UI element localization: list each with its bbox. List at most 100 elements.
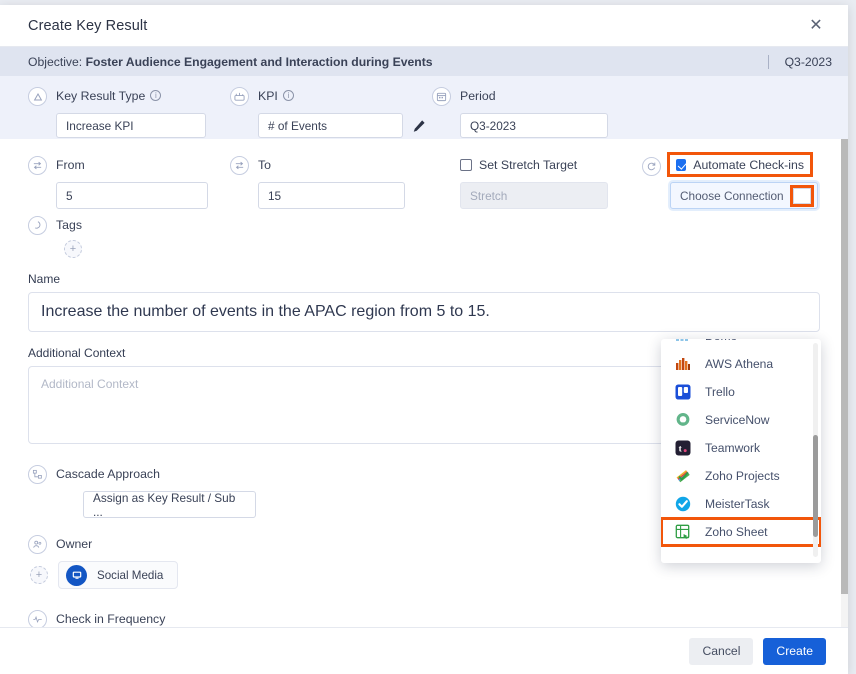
connection-dropdown-toggle[interactable] <box>790 184 814 207</box>
connection-value: Choose Connection <box>680 188 784 203</box>
avatar <box>66 564 87 586</box>
connection-option-label: AWS Athena <box>705 357 774 371</box>
plus-icon: + <box>69 243 77 255</box>
connection-option-meistertask[interactable]: MeisterTask <box>661 490 821 518</box>
to-label: To <box>258 155 430 174</box>
info-icon[interactable]: i <box>150 90 162 101</box>
owner-list: + Social Media <box>30 561 848 589</box>
field-to: To 15 <box>228 155 430 209</box>
add-tag-button[interactable]: + <box>64 240 82 258</box>
field-automate-checkins: Automate Check-ins Choose Connection <box>640 152 840 209</box>
servicenow-icon <box>673 410 693 430</box>
calendar-icon <box>432 87 451 106</box>
refresh-icon <box>642 157 661 176</box>
stretch-target-checkbox-row[interactable]: Set Stretch Target <box>460 155 640 174</box>
label-text: To <box>258 157 271 172</box>
connection-dropdown-list: Domo AWS Athena Trello ServiceNow t Teamwork Z… <box>661 339 821 547</box>
create-key-result-dialog: Create Key Result ✕ Objective: Foster Au… <box>0 5 848 674</box>
select-value: Increase KPI <box>66 118 134 133</box>
select-value: # of Events <box>268 118 328 133</box>
connection-option-aws-athena[interactable]: AWS Athena <box>661 350 821 378</box>
connection-option-zoho-sheet[interactable]: Zoho Sheet <box>661 517 821 547</box>
label-text: Cascade Approach <box>56 466 160 481</box>
stretch-placeholder: Stretch <box>470 188 508 203</box>
objective-text: Objective: Foster Audience Engagement an… <box>28 55 433 69</box>
connection-option-label: ServiceNow <box>705 413 770 427</box>
automate-checkins-label: Automate Check-ins <box>693 157 804 172</box>
domo-icon <box>673 339 693 346</box>
key-result-type-select[interactable]: Increase KPI <box>56 113 206 138</box>
kpi-icon <box>230 87 249 106</box>
zoho-sheet-icon <box>673 522 693 542</box>
dialog-footer: Cancel Create <box>0 627 848 674</box>
tags-label: Tags <box>56 215 848 234</box>
owner-chip[interactable]: Social Media <box>58 561 179 589</box>
label-text: Period <box>460 88 496 103</box>
info-icon[interactable]: i <box>282 90 294 101</box>
close-icon[interactable]: ✕ <box>806 16 826 36</box>
dropdown-scrollbar-thumb[interactable] <box>813 435 818 537</box>
select-value: Q3-2023 <box>470 118 516 133</box>
connection-option-zoho-projects[interactable]: Zoho Projects <box>661 462 821 490</box>
field-name: Name Increase the number of events in th… <box>0 272 848 332</box>
objective-name: Foster Audience Engagement and Interacti… <box>85 54 433 69</box>
stretch-target-checkbox[interactable] <box>460 158 472 171</box>
from-input[interactable]: 5 <box>56 182 208 209</box>
automate-checkins-checkbox[interactable] <box>676 158 687 171</box>
zoho-projects-icon <box>673 466 693 486</box>
stretch-input: Stretch <box>460 182 608 209</box>
connection-option-servicenow[interactable]: ServiceNow <box>661 406 821 434</box>
triangle-icon <box>28 87 47 106</box>
cancel-button[interactable]: Cancel <box>689 637 754 665</box>
plus-icon: + <box>35 569 43 581</box>
name-value: Increase the number of events in the APA… <box>41 303 490 320</box>
to-value: 15 <box>268 188 282 203</box>
name-label: Name <box>28 272 61 286</box>
connection-option-trello[interactable]: Trello <box>661 378 821 406</box>
objective-bar: Objective: Foster Audience Engagement an… <box>0 47 848 76</box>
field-stretch-target: Set Stretch Target Stretch <box>430 155 640 209</box>
connection-option-label: Teamwork <box>705 441 761 455</box>
kpi-select[interactable]: # of Events <box>258 113 404 138</box>
dialog-header: Create Key Result ✕ <box>0 5 848 47</box>
create-button[interactable]: Create <box>763 637 826 665</box>
connection-option-teamwork[interactable]: t Teamwork <box>661 434 821 462</box>
transfer-icon <box>28 156 47 175</box>
field-tags: Tags + <box>0 215 848 258</box>
field-kpi: KPI i # of Events <box>228 86 430 138</box>
add-owner-button[interactable]: + <box>30 566 48 584</box>
aws-athena-icon <box>673 354 693 374</box>
kpi-label: KPI i <box>258 86 430 105</box>
connection-option-label: Domo <box>705 339 737 343</box>
label-text: Key Result Type <box>56 88 146 103</box>
pencil-icon[interactable] <box>408 113 430 138</box>
connection-option-label: Zoho Projects <box>705 469 780 483</box>
choose-connection-select[interactable]: Choose Connection <box>670 182 818 209</box>
from-label: From <box>56 155 228 174</box>
connection-option-label: MeisterTask <box>705 497 770 511</box>
from-value: 5 <box>66 188 73 203</box>
period-label: Period <box>460 86 640 105</box>
name-input[interactable]: Increase the number of events in the APA… <box>28 292 820 332</box>
connection-option-domo[interactable]: Domo <box>661 339 821 350</box>
pulse-icon <box>28 610 47 627</box>
to-input[interactable]: 15 <box>258 182 405 209</box>
field-from: From 5 <box>0 155 228 209</box>
period-select[interactable]: Q3-2023 <box>460 113 608 138</box>
label-text: From <box>56 157 85 172</box>
automate-checkins-checkbox-row[interactable]: Automate Check-ins <box>667 152 813 177</box>
connection-option-label: Zoho Sheet <box>705 525 768 539</box>
owner-name: Social Media <box>97 568 164 582</box>
stretch-target-label: Set Stretch Target <box>479 157 578 172</box>
dialog-scrollbar-thumb[interactable] <box>841 139 848 594</box>
cascade-icon <box>28 465 47 484</box>
select-value: Assign as Key Result / Sub ... <box>93 490 236 519</box>
connection-option-label: Trello <box>705 385 735 399</box>
label-text: Check in Frequency <box>56 611 166 626</box>
tag-icon <box>28 216 47 235</box>
main-form: From 5 To 15 Set Stretch Target Stretch … <box>0 139 848 627</box>
connection-dropdown-panel[interactable]: Domo AWS Athena Trello ServiceNow t Teamwork Z… <box>661 339 821 563</box>
label-text: KPI <box>258 88 278 103</box>
page-title: Create Key Result <box>28 17 148 34</box>
cascade-approach-select[interactable]: Assign as Key Result / Sub ... <box>83 490 256 519</box>
